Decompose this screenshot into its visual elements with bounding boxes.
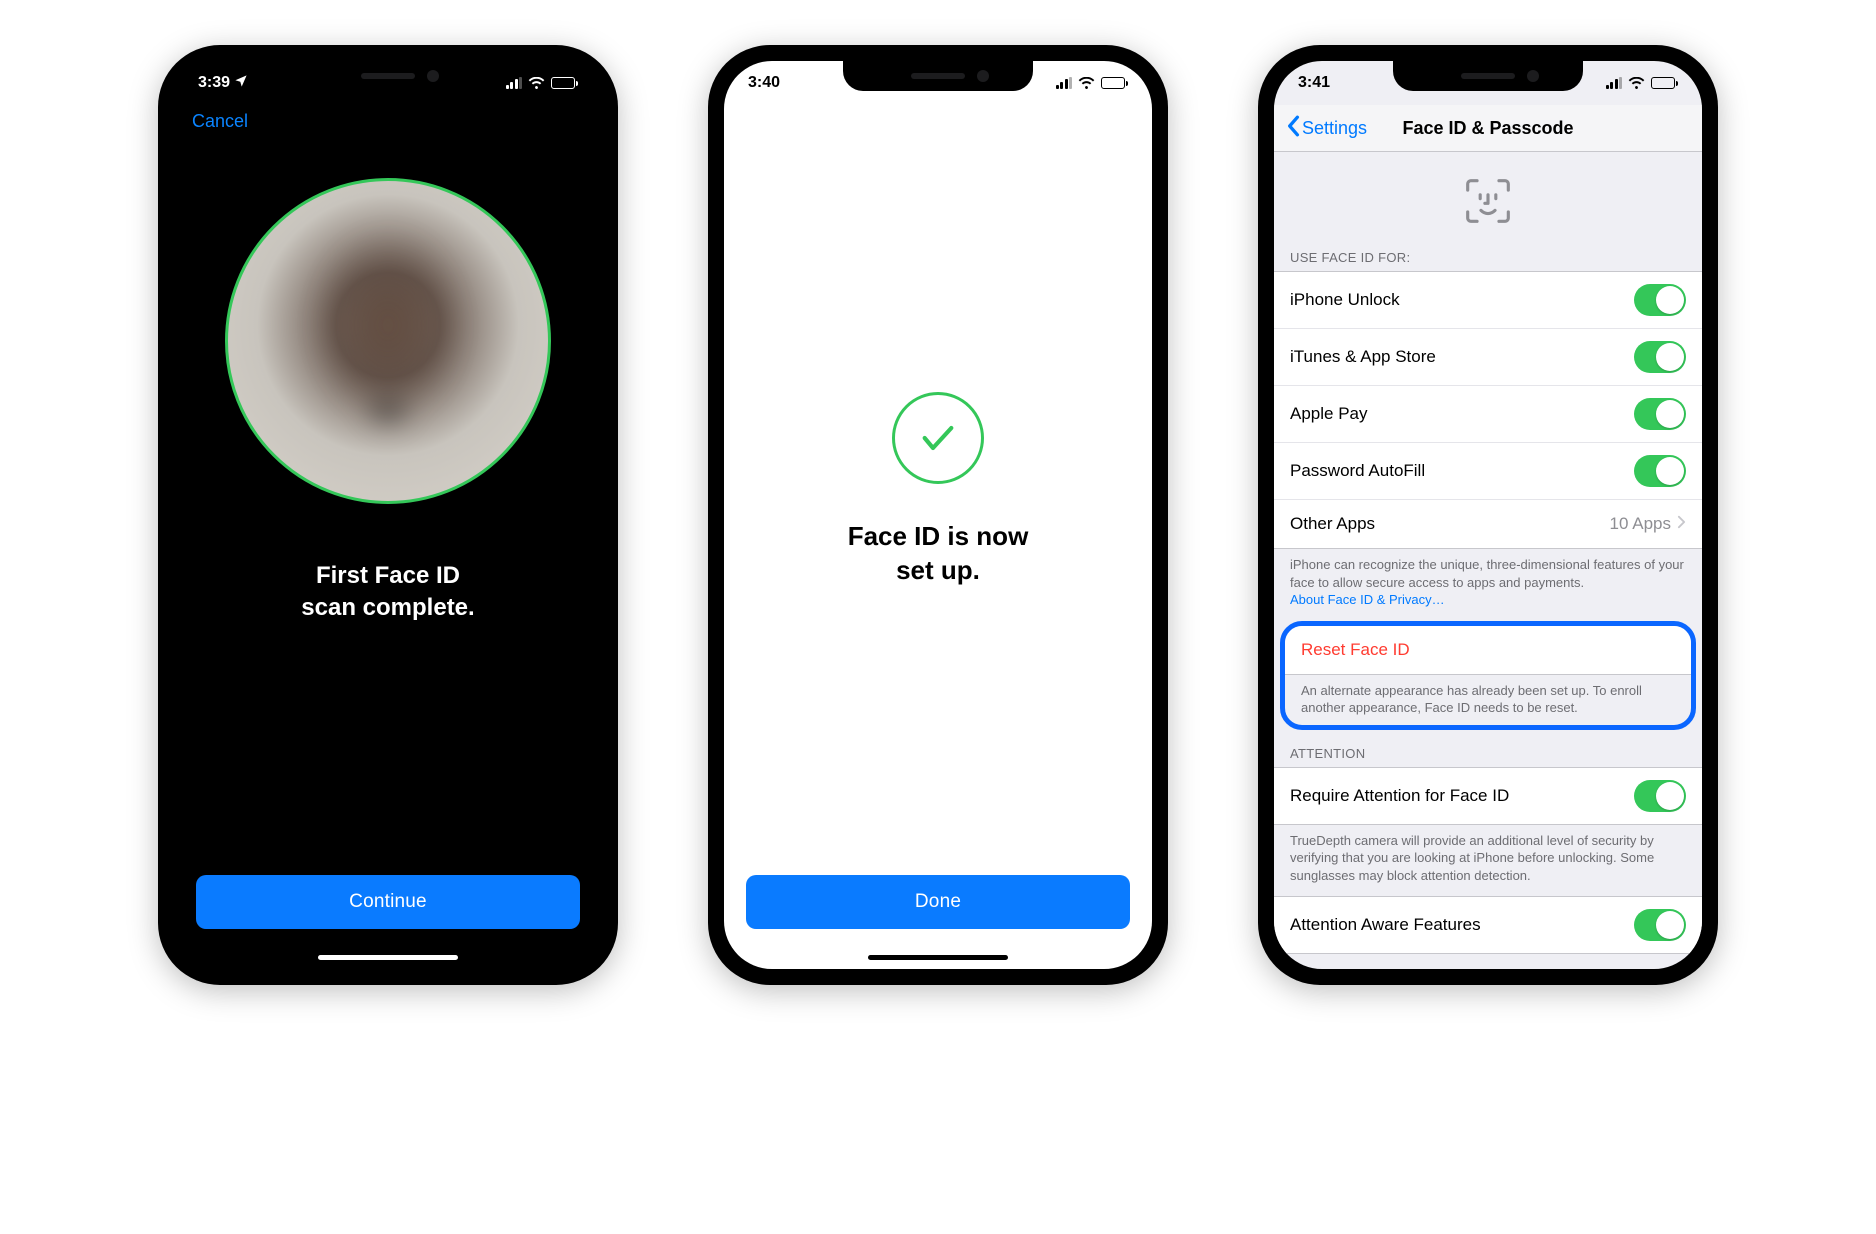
battery-icon [1651, 77, 1678, 89]
chevron-left-icon [1286, 115, 1300, 142]
row-label: Attention Aware Features [1290, 915, 1481, 935]
back-button[interactable]: Settings [1282, 105, 1371, 151]
cell-signal-icon [1606, 77, 1623, 89]
notch [843, 61, 1033, 91]
row-itunes-appstore[interactable]: iTunes & App Store [1274, 329, 1702, 386]
notch [293, 61, 483, 91]
location-icon [234, 74, 248, 93]
row-attention-aware[interactable]: Attention Aware Features [1274, 897, 1702, 953]
wifi-icon [1628, 77, 1645, 90]
setup-done-message: Face ID is now set up. [848, 520, 1029, 588]
done-button[interactable]: Done [746, 875, 1130, 929]
row-label: iPhone Unlock [1290, 290, 1400, 310]
status-time: 3:39 [198, 74, 230, 92]
success-check-icon [892, 392, 984, 484]
battery-icon [1101, 77, 1128, 89]
status-time: 3:41 [1298, 74, 1330, 92]
row-other-apps[interactable]: Other Apps 10 Apps [1274, 500, 1702, 548]
row-iphone-unlock[interactable]: iPhone Unlock [1274, 272, 1702, 329]
settings-content[interactable]: USE FACE ID FOR: iPhone Unlock iTunes & … [1274, 152, 1702, 969]
other-apps-count: 10 Apps [1610, 514, 1671, 534]
row-label: iTunes & App Store [1290, 347, 1436, 367]
attention-footer: TrueDepth camera will provide an additio… [1274, 825, 1702, 897]
highlight-reset-faceid: Reset Face ID An alternate appearance ha… [1280, 621, 1696, 730]
cell-signal-icon [1056, 77, 1073, 89]
section-header-use-for: USE FACE ID FOR: [1274, 242, 1702, 271]
row-label: Other Apps [1290, 514, 1375, 534]
faceid-icon [1274, 152, 1702, 242]
row-password-autofill[interactable]: Password AutoFill [1274, 443, 1702, 500]
section-header-attention: ATTENTION [1274, 738, 1702, 767]
switch-itunes-appstore[interactable] [1634, 341, 1686, 373]
home-indicator[interactable] [868, 955, 1008, 960]
switch-attention-aware[interactable] [1634, 909, 1686, 941]
nav-title: Face ID & Passcode [1402, 118, 1573, 139]
screen-faceid-scan-complete: 3:39 Cancel [174, 61, 602, 969]
switch-iphone-unlock[interactable] [1634, 284, 1686, 316]
reset-faceid-label: Reset Face ID [1301, 640, 1410, 660]
switch-apple-pay[interactable] [1634, 398, 1686, 430]
face-scan-preview [225, 178, 551, 504]
row-label: Apple Pay [1290, 404, 1368, 424]
reset-footer: An alternate appearance has already been… [1285, 675, 1691, 723]
row-label: Password AutoFill [1290, 461, 1425, 481]
row-require-attention[interactable]: Require Attention for Face ID [1274, 768, 1702, 824]
back-label: Settings [1302, 118, 1367, 139]
row-reset-faceid[interactable]: Reset Face ID [1285, 626, 1691, 674]
battery-icon [551, 77, 578, 89]
wifi-icon [528, 77, 545, 90]
phone-frame-3: 3:41 Settings [1258, 45, 1718, 985]
screen-faceid-setup-done: 3:40 Face ID is now set up. [724, 61, 1152, 969]
screen-faceid-settings: 3:41 Settings [1274, 61, 1702, 969]
home-indicator[interactable] [318, 955, 458, 960]
chevron-right-icon [1677, 514, 1686, 534]
notch [1393, 61, 1583, 91]
row-label: Require Attention for Face ID [1290, 786, 1509, 806]
phone-frame-1: 3:39 Cancel [158, 45, 618, 985]
wifi-icon [1078, 77, 1095, 90]
about-faceid-privacy-link[interactable]: About Face ID & Privacy… [1290, 592, 1445, 607]
row-apple-pay[interactable]: Apple Pay [1274, 386, 1702, 443]
nav-bar: Settings Face ID & Passcode [1274, 105, 1702, 152]
scan-complete-message: First Face ID scan complete. [301, 560, 474, 625]
privacy-footer: iPhone can recognize the unique, three-d… [1274, 549, 1702, 621]
phone-frame-2: 3:40 Face ID is now set up. [708, 45, 1168, 985]
status-time: 3:40 [748, 74, 780, 92]
continue-button[interactable]: Continue [196, 875, 580, 929]
cancel-button[interactable]: Cancel [174, 105, 266, 138]
switch-require-attention[interactable] [1634, 780, 1686, 812]
cell-signal-icon [506, 77, 523, 89]
switch-password-autofill[interactable] [1634, 455, 1686, 487]
